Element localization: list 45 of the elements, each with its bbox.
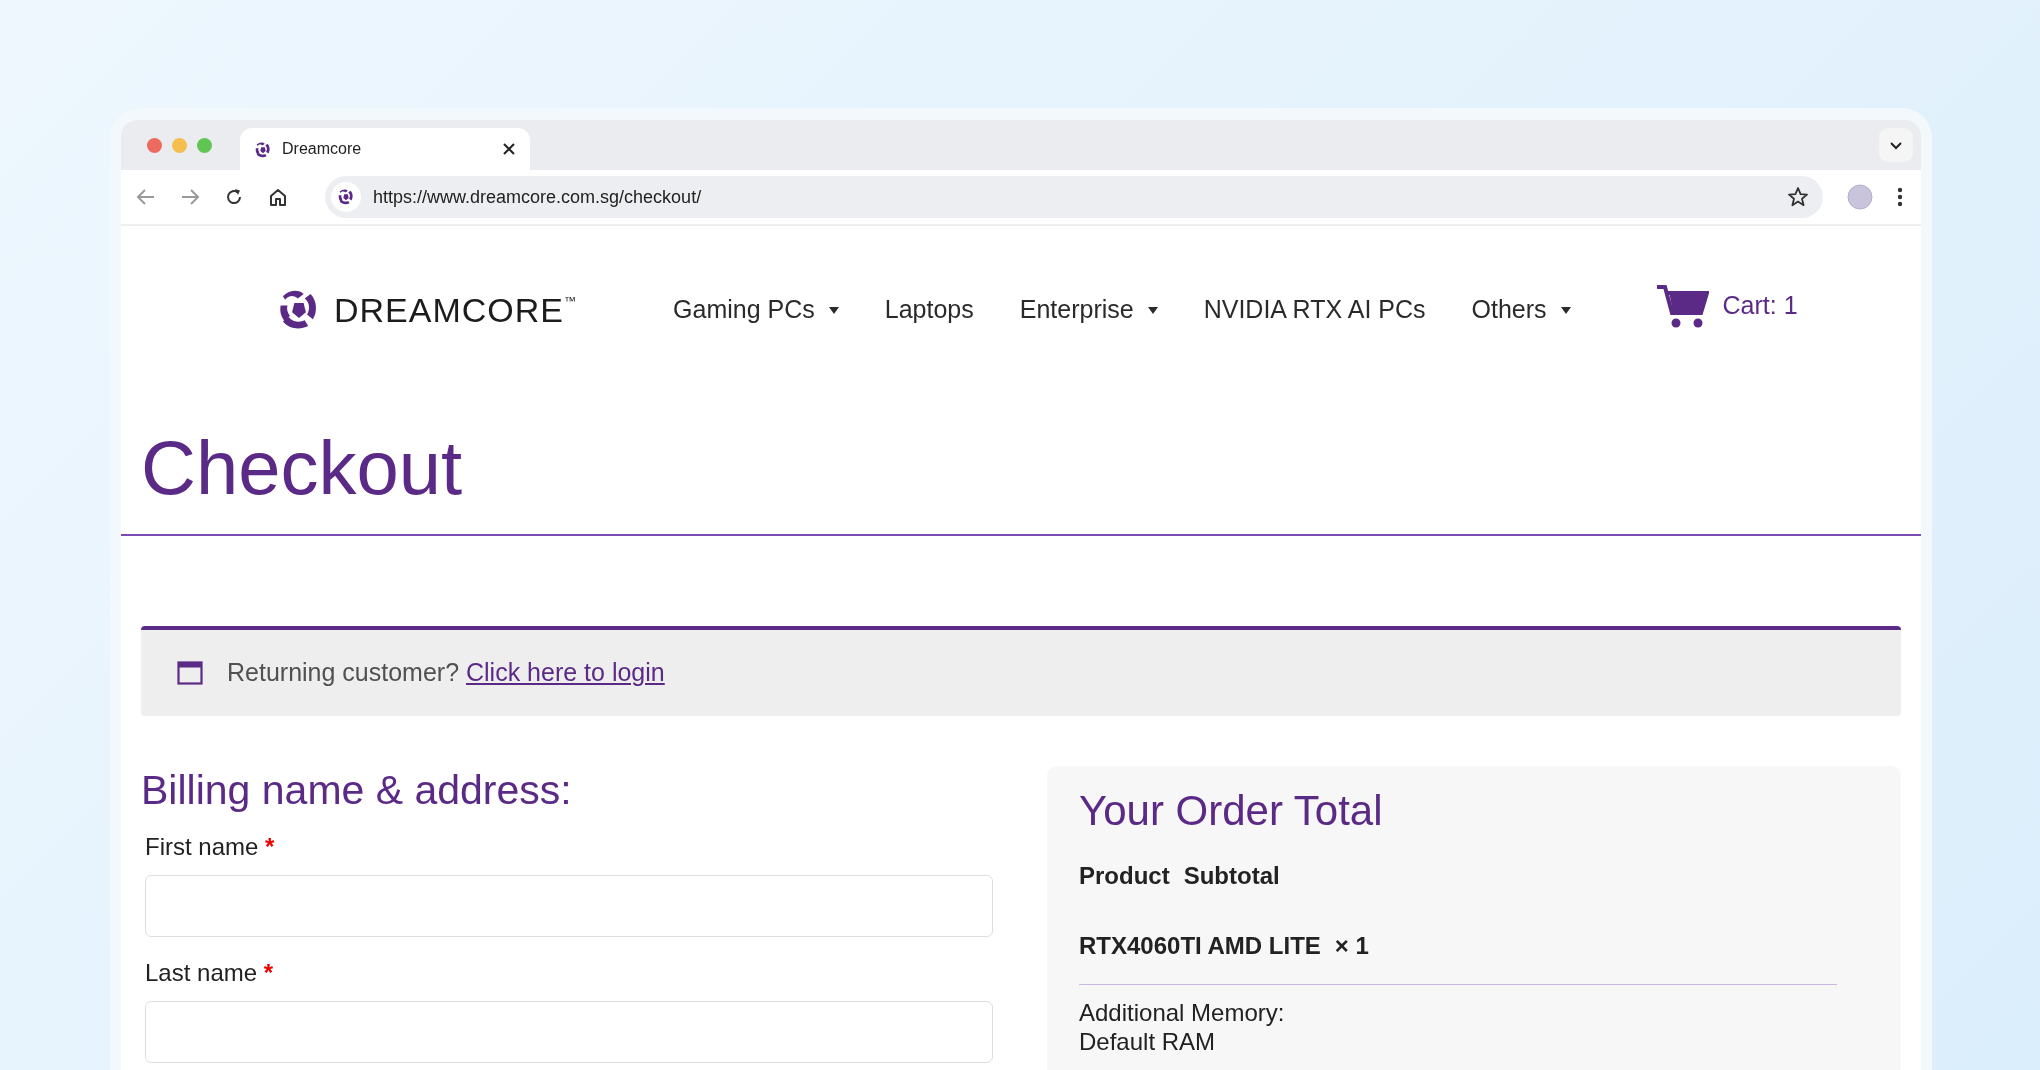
section-heading: Billing name & address:: [141, 766, 573, 815]
nav-link[interactable]: Enterprise: [1019, 291, 1158, 329]
nav-link[interactable]: NVIDIA RTX AI PCs: [1203, 291, 1426, 329]
product-name: RTX4060TI AMD LITE: [1079, 931, 1321, 962]
field-label: Last name: [145, 959, 258, 987]
field-label: First name: [145, 833, 259, 861]
tab-title: Dreamcore: [282, 139, 362, 159]
reload-icon[interactable]: [224, 187, 244, 207]
site-logo[interactable]: DREAMCORE$^{™}$: [276, 284, 578, 336]
star-icon[interactable]: [1787, 186, 1809, 208]
browser-tab[interactable]: Dreamcore: [240, 128, 530, 170]
page-title: Checkout: [141, 430, 464, 512]
cart-icon: [1656, 283, 1709, 329]
forward-icon[interactable]: [180, 188, 200, 206]
login-link[interactable]: Click here to login: [466, 658, 665, 687]
notice-text: Returning customer? Click here to login: [227, 657, 665, 689]
address-bar[interactable]: https://www.dreamcore.com.sg/checkout/: [325, 176, 1823, 218]
favicon-icon: [254, 140, 272, 159]
maximize-window-button[interactable]: [197, 137, 212, 153]
product-quantity: × 1: [1334, 931, 1369, 962]
window-icon: [177, 661, 203, 685]
column-header: Subtotal: [1183, 861, 1280, 892]
required-marker: *: [265, 833, 275, 861]
input-field[interactable]: [145, 875, 993, 938]
chevron-down-icon: [1889, 140, 1903, 150]
input-field[interactable]: [145, 1001, 993, 1064]
cart-link[interactable]: Cart: 1: [1656, 283, 1798, 329]
column-header: Product: [1079, 861, 1170, 892]
nav-link[interactable]: Laptops: [884, 291, 974, 329]
required-marker: *: [263, 959, 274, 987]
close-window-button[interactable]: [147, 137, 162, 153]
card-heading: Your Order Total: [1079, 786, 1384, 836]
menu-icon[interactable]: [1897, 187, 1903, 207]
profile-avatar-icon[interactable]: [1847, 184, 1873, 210]
home-icon[interactable]: [268, 187, 288, 207]
option-label: Additional Memory:: [1079, 999, 1286, 1029]
minimize-window-button[interactable]: [172, 137, 187, 153]
nav-link[interactable]: Others: [1471, 291, 1571, 329]
back-icon[interactable]: [136, 188, 156, 206]
favicon-icon: [337, 188, 355, 206]
tab-list-button[interactable]: [1879, 128, 1913, 162]
url-text: https://www.dreamcore.com.sg/checkout/: [373, 185, 702, 209]
option-value: Default RAM: [1079, 1028, 1217, 1057]
nav-link[interactable]: Gaming PCs: [673, 291, 839, 329]
close-icon[interactable]: [502, 142, 516, 156]
